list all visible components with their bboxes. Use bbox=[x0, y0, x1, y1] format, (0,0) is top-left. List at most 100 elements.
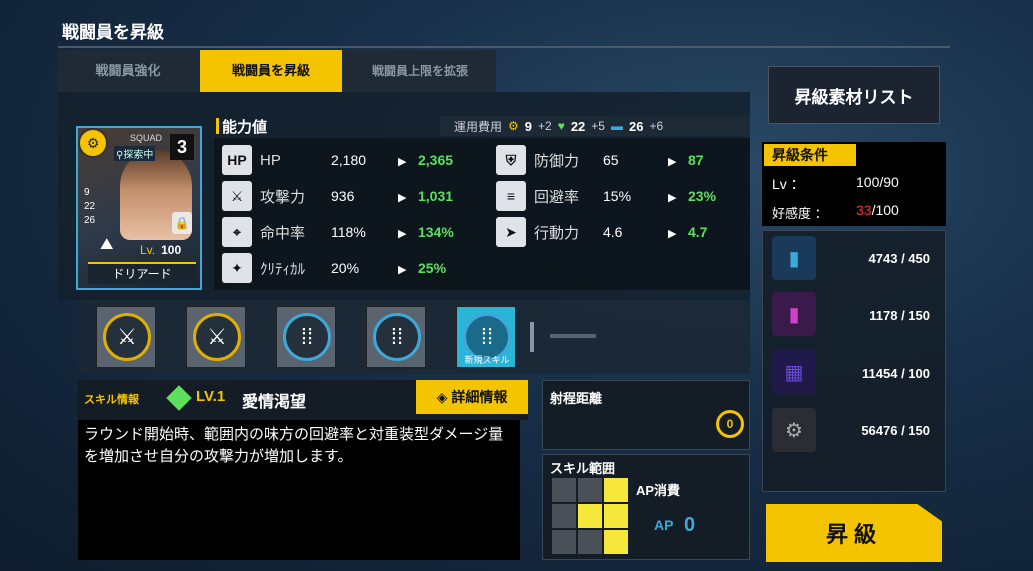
stat-new-value: 2,365 bbox=[418, 152, 454, 168]
arrow-icon: ▶ bbox=[398, 156, 407, 168]
stat-row-accuracy: ⌖ 命中率 bbox=[222, 216, 305, 248]
card-level: Lv. 100 bbox=[140, 243, 181, 257]
area-grid-cell bbox=[604, 530, 628, 554]
title-divider bbox=[58, 46, 950, 48]
stat-row-speed: ➤ 行動力 bbox=[496, 216, 579, 248]
area-label: スキル範囲 bbox=[550, 461, 616, 476]
speed-icon: ➤ bbox=[496, 217, 526, 247]
stat-new-value: 23% bbox=[688, 188, 717, 204]
arrow-icon: ▶ bbox=[398, 228, 407, 240]
area-grid-cell bbox=[604, 478, 628, 502]
gear-icon: ⚙ bbox=[508, 119, 519, 133]
affection-current: 33 bbox=[856, 202, 872, 218]
card-stat-heart: 22 bbox=[84, 201, 96, 212]
material-count: 11454 / 100 bbox=[862, 366, 930, 381]
ap-cost-label: AP消費 bbox=[636, 483, 681, 498]
page-title: 戦闘員を昇級 bbox=[62, 23, 164, 42]
area-grid-cell bbox=[578, 530, 602, 554]
range-target-icon: 0 bbox=[716, 410, 744, 438]
stat-row-critical: ✦ ｸﾘﾃｨｶﾙ bbox=[222, 252, 305, 284]
lv-condition-value: 100/90 bbox=[856, 174, 899, 190]
sword-icon: ⚔ bbox=[193, 313, 241, 361]
evasion-icon: ≡ bbox=[496, 181, 526, 211]
stat-row-hp: HP HP bbox=[222, 144, 281, 176]
crosshair-icon: ⌖ bbox=[222, 217, 252, 247]
skill-slot-1[interactable]: ⚔ bbox=[96, 306, 156, 368]
abilities-title: 能力値 bbox=[215, 116, 267, 137]
promote-button[interactable]: 昇級 bbox=[766, 504, 942, 562]
stat-row-evasion: ≡ 回避率 bbox=[496, 180, 579, 212]
squad-number: 3 bbox=[170, 134, 194, 160]
bullets-icon: ⁞⁞ bbox=[283, 313, 331, 361]
character-name: ドリアード bbox=[88, 262, 196, 284]
stat-value: 20% bbox=[331, 260, 360, 276]
stat-name: ｸﾘﾃｨｶﾙ bbox=[260, 260, 306, 278]
affection-condition-value: 33/100 bbox=[856, 202, 899, 218]
stat-row-attack: ⚔ 攻撃力 bbox=[222, 180, 305, 212]
skill-description: ラウンド開始時、範囲内の味方の回避率と対重装型ダメージ量を増加させ自分の攻撃力が… bbox=[78, 420, 520, 560]
range-value: 0 bbox=[726, 417, 734, 431]
detail-info-button[interactable]: ◈ 詳細情報 bbox=[416, 380, 528, 414]
tab-promote[interactable]: 戦闘員を昇級 bbox=[200, 50, 342, 92]
tab-enhance[interactable]: 戦闘員強化 bbox=[58, 50, 198, 92]
cost-plus: +5 bbox=[591, 119, 605, 133]
new-skill-label: 新規スキル bbox=[464, 355, 510, 365]
stat-new-value: 87 bbox=[688, 152, 704, 168]
stat-name: 攻撃力 bbox=[260, 188, 306, 206]
cost-label: 運用費用 bbox=[454, 119, 503, 134]
stat-new-value: 4.7 bbox=[688, 224, 708, 240]
stat-name: 回避率 bbox=[534, 188, 580, 206]
card-stats: 9 22 26 bbox=[84, 186, 95, 228]
affection-condition-label: 好感度 ： bbox=[772, 206, 828, 221]
stat-new-value: 134% bbox=[418, 224, 454, 240]
area-grid-cell bbox=[604, 504, 628, 528]
condition-title: 昇級条件 bbox=[764, 144, 856, 166]
status-label: 探索中 bbox=[123, 150, 154, 161]
hp-icon: HP bbox=[222, 145, 252, 175]
level-label: Lv. bbox=[140, 243, 156, 257]
tab-expand-limit[interactable]: 戦闘員上限を拡張 bbox=[344, 50, 496, 92]
arrow-icon: ▶ bbox=[398, 192, 407, 204]
stat-value: 2,180 bbox=[331, 152, 367, 168]
battery-icon: ▬ bbox=[610, 119, 623, 133]
attack-icon: ⚔ bbox=[222, 181, 252, 211]
critical-icon: ✦ bbox=[222, 253, 252, 283]
card-stat-gear: 9 bbox=[84, 187, 90, 198]
level-value: 100 bbox=[161, 243, 182, 257]
stat-value: 15% bbox=[603, 188, 632, 204]
stat-name: 行動力 bbox=[534, 224, 580, 242]
skill-slot-4[interactable]: ⁞⁞ bbox=[366, 306, 426, 368]
part-icon: ⚙ bbox=[772, 408, 816, 452]
stat-new-value: 1,031 bbox=[418, 188, 454, 204]
cost-value: 22 bbox=[570, 118, 586, 134]
area-grid-cell bbox=[578, 478, 602, 502]
arrow-icon: ▶ bbox=[668, 192, 677, 204]
area-grid-cell bbox=[552, 504, 576, 528]
stat-name: 防御力 bbox=[534, 152, 580, 170]
skill-slot-3[interactable]: ⁞⁞ bbox=[276, 306, 336, 368]
chip-pink-icon: ▮ bbox=[772, 292, 816, 336]
cost-value: 9 bbox=[524, 118, 533, 134]
lock-icon[interactable]: 🔒 bbox=[172, 212, 192, 234]
stat-row-defense: ⛨ 防御力 bbox=[496, 144, 579, 176]
area-grid-cell bbox=[552, 530, 576, 554]
diamond-icon: ◈ bbox=[436, 388, 448, 405]
status-badge: ⚲探索中 bbox=[114, 146, 156, 161]
heart-icon: ♥ bbox=[557, 119, 565, 133]
stat-value: 65 bbox=[603, 152, 619, 168]
bullets-icon: ⁞⁞ bbox=[463, 313, 511, 361]
material-count: 4743 / 450 bbox=[868, 251, 930, 266]
skill-slot-2[interactable]: ⚔ bbox=[186, 306, 246, 368]
skill-divider bbox=[530, 322, 534, 352]
skill-level: LV.1 bbox=[196, 388, 226, 405]
shield-icon: ⛨ bbox=[496, 145, 526, 175]
material-list-button[interactable]: 昇級素材リスト bbox=[768, 66, 940, 124]
cost-value: 26 bbox=[628, 118, 644, 134]
detail-info-label: 詳細情報 bbox=[451, 389, 508, 405]
bullets-icon: ⁞⁞ bbox=[373, 313, 421, 361]
stat-value: 936 bbox=[331, 188, 355, 204]
arrow-icon: ▶ bbox=[398, 264, 407, 276]
skill-slot-5[interactable]: ⁞⁞ 新規スキル bbox=[456, 306, 516, 368]
material-count: 56476 / 150 bbox=[861, 423, 930, 438]
arrow-icon: ▶ bbox=[668, 156, 677, 168]
